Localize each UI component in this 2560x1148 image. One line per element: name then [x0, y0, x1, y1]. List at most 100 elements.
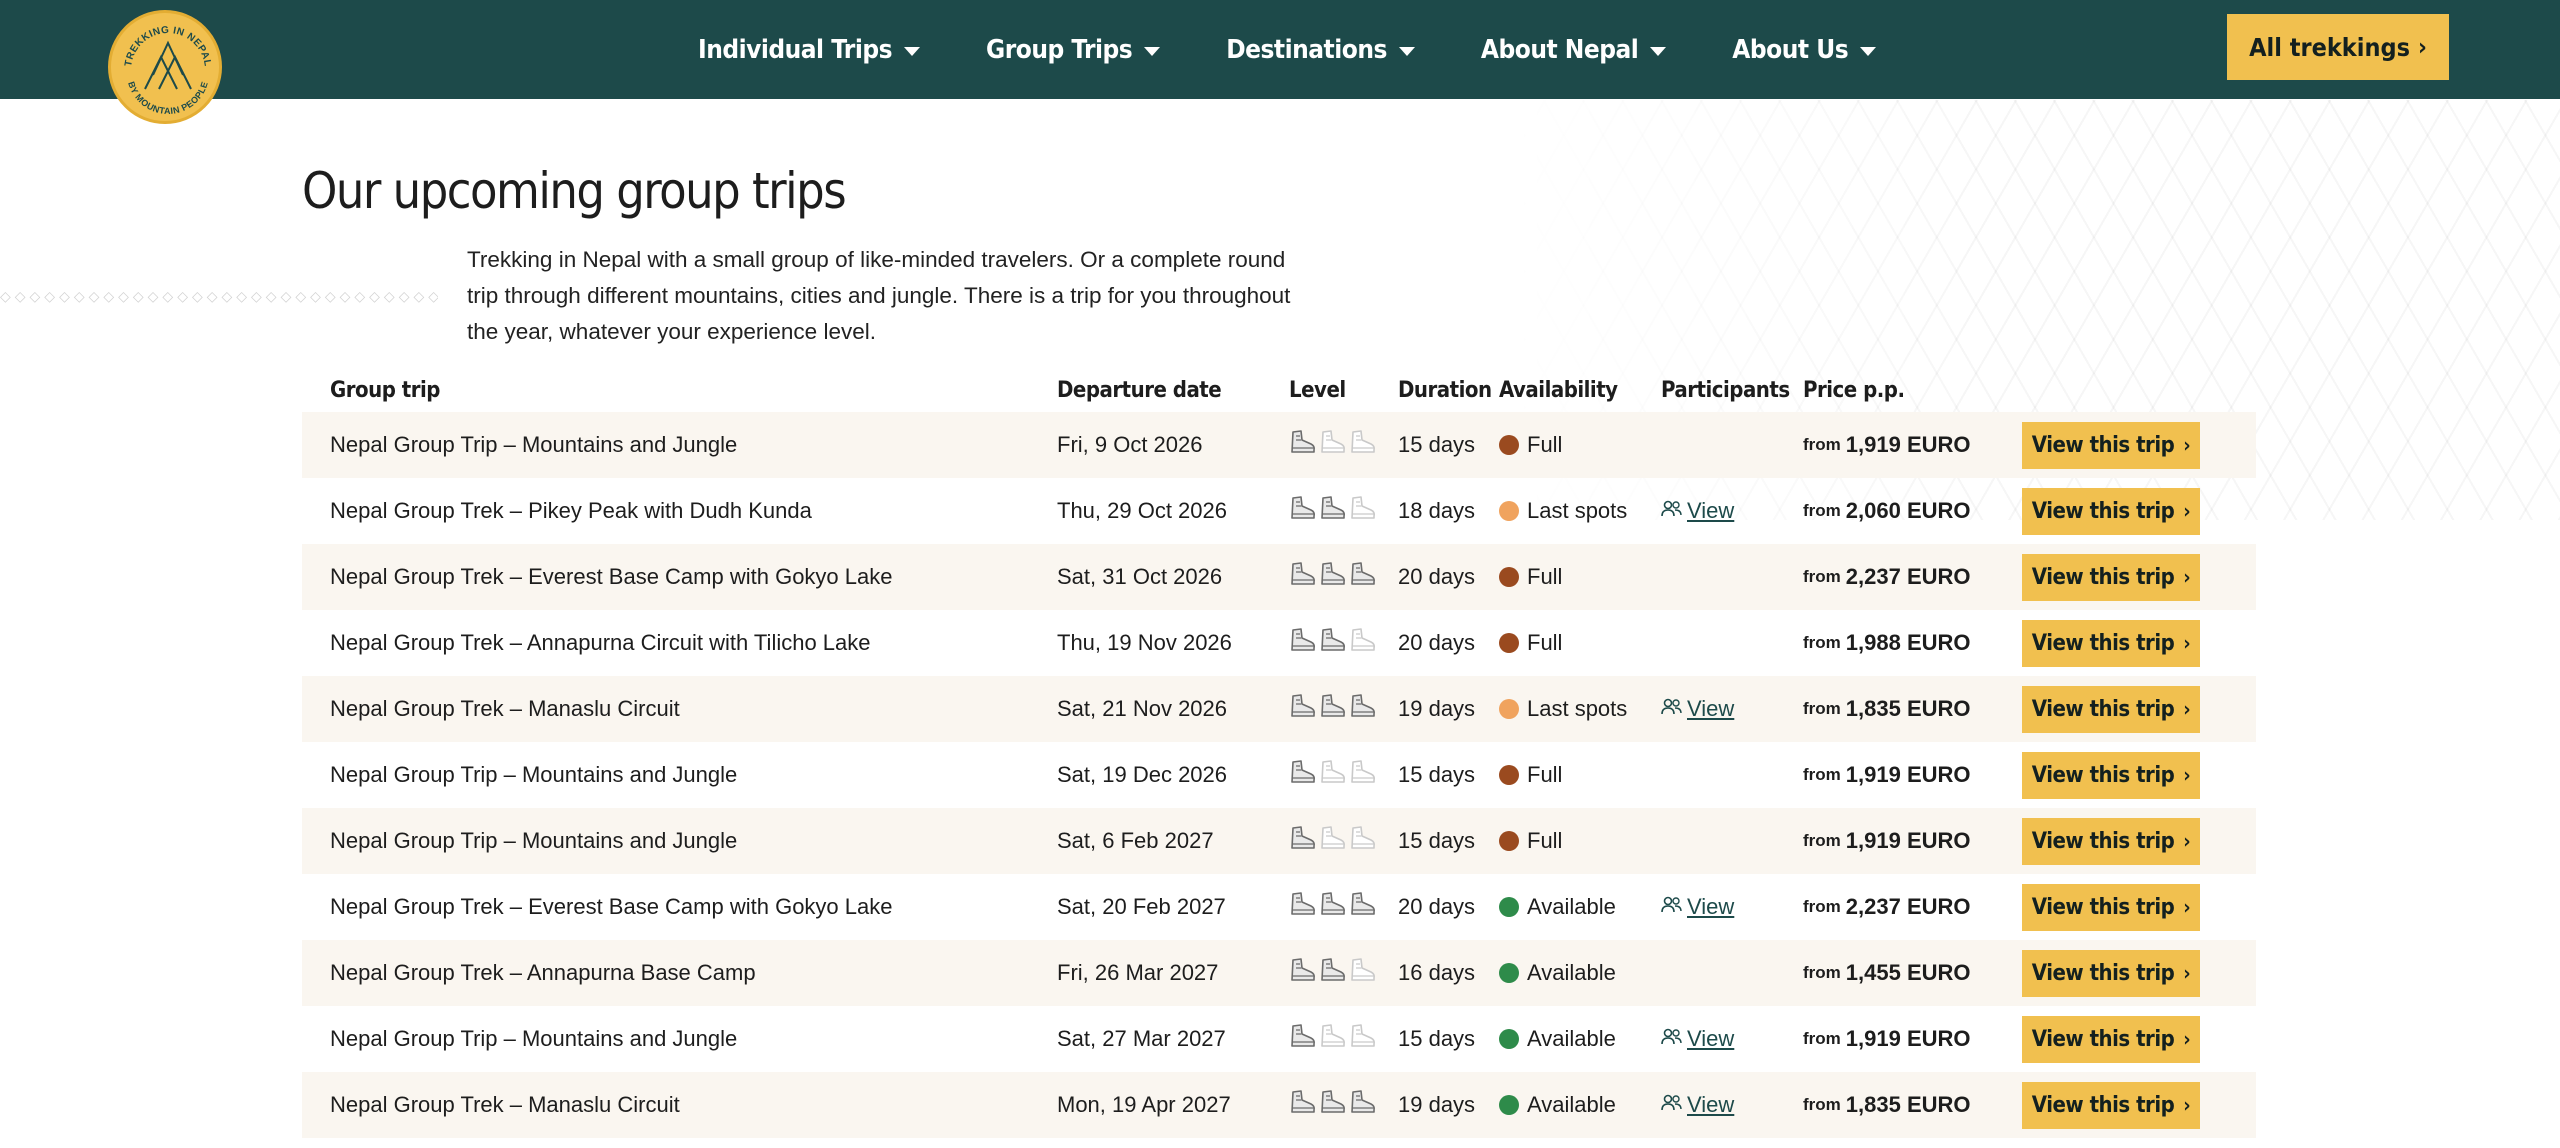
participants-icon	[1661, 894, 1683, 920]
boot-filled-icon	[1319, 957, 1346, 989]
header-duration: Duration	[1398, 378, 1492, 403]
boot-outline-icon	[1319, 825, 1346, 857]
departure-date: Sat, 20 Feb 2027	[1057, 894, 1226, 919]
status-dot-icon	[1499, 831, 1519, 851]
duration: 15 days	[1398, 828, 1476, 853]
departure-date: Mon, 19 Apr 2027	[1057, 1092, 1231, 1117]
departure-date: Fri, 9 Oct 2026	[1057, 432, 1203, 457]
participants: View	[1661, 874, 1734, 940]
boot-filled-icon	[1319, 495, 1346, 527]
trip-name: Nepal Group Trip – Mountains and Jungle	[330, 432, 738, 457]
intro-text: Trekking in Nepal with a small group of …	[467, 247, 1291, 344]
chevron-right-icon: ›	[2417, 33, 2427, 61]
table-row: Nepal Group Trip – Mountains and Jungle S…	[302, 808, 2256, 874]
top-navigation-bar: Individual Trips Group Trips Destination…	[0, 0, 2560, 99]
nav-item-label: Destinations	[1226, 34, 1387, 65]
price-prefix: from	[1803, 633, 1841, 652]
view-trip-button[interactable]: View this trip ›	[2022, 751, 2200, 799]
boot-filled-icon	[1349, 891, 1376, 923]
availability: Full	[1499, 742, 1562, 808]
view-trip-button[interactable]: View this trip ›	[2022, 487, 2200, 535]
price-prefix: from	[1803, 699, 1841, 718]
boot-outline-icon	[1349, 1023, 1376, 1055]
price-value: 2,237 EURO	[1845, 564, 1971, 589]
price-value: 1,919 EURO	[1845, 1026, 1971, 1051]
status-dot-icon	[1499, 699, 1519, 719]
price-value: 1,835 EURO	[1845, 696, 1971, 721]
boot-filled-icon	[1319, 891, 1346, 923]
availability: Available	[1499, 1072, 1616, 1138]
departure-date: Sat, 19 Dec 2026	[1057, 762, 1228, 787]
availability-label: Available	[1527, 894, 1616, 919]
level-indicator	[1289, 1072, 1376, 1138]
table-row: Nepal Group Trek – Pikey Peak with Dudh …	[302, 478, 2256, 544]
view-trip-label: View this trip	[2031, 894, 2175, 920]
chevron-right-icon: ›	[2183, 763, 2191, 787]
status-dot-icon	[1499, 1095, 1519, 1115]
all-trekkings-button[interactable]: All trekkings ›	[2227, 14, 2449, 80]
chevron-right-icon: ›	[2183, 1093, 2191, 1117]
status-dot-icon	[1499, 1029, 1519, 1049]
site-logo[interactable]: TREKKING IN NEPAL BY MOUNTAIN PEOPLE	[108, 10, 222, 124]
availability-label: Available	[1527, 960, 1616, 985]
departure-date: Sat, 21 Nov 2026	[1057, 696, 1228, 721]
view-trip-button[interactable]: View this trip ›	[2022, 421, 2200, 469]
trip-name: Nepal Group Trip – Mountains and Jungle	[330, 1026, 738, 1051]
view-trip-label: View this trip	[2031, 1092, 2175, 1118]
price-value: 1,835 EURO	[1845, 1092, 1971, 1117]
availability-label: Full	[1527, 432, 1563, 457]
status-dot-icon	[1499, 435, 1519, 455]
price-prefix: from	[1803, 567, 1841, 586]
nav-item-destinations[interactable]: Destinations	[1226, 35, 1415, 65]
nav-item-individual-trips[interactable]: Individual Trips	[698, 35, 921, 65]
view-trip-cell: View this trip ›	[2022, 676, 2200, 742]
all-trekkings-label: All trekkings	[2249, 32, 2410, 62]
table-row: Nepal Group Trek – Annapurna Base Camp Fr…	[302, 940, 2256, 1006]
view-trip-button[interactable]: View this trip ›	[2022, 949, 2200, 997]
participants-view-link[interactable]: View	[1687, 696, 1734, 722]
participants-icon	[1661, 1026, 1683, 1052]
price-prefix: from	[1803, 765, 1841, 784]
chevron-right-icon: ›	[2183, 697, 2191, 721]
chevron-right-icon: ›	[2183, 499, 2191, 523]
view-trip-button[interactable]: View this trip ›	[2022, 883, 2200, 931]
page-title: Our upcoming group trips	[302, 162, 847, 220]
level-indicator	[1289, 742, 1376, 808]
price-prefix: from	[1803, 435, 1841, 454]
availability-label: Full	[1527, 630, 1563, 655]
main-menu: Individual Trips Group Trips Destination…	[698, 0, 1877, 99]
status-dot-icon	[1499, 501, 1519, 521]
participants-view-link[interactable]: View	[1687, 894, 1734, 920]
trip-name: Nepal Group Trek – Manaslu Circuit	[330, 696, 680, 721]
price-prefix: from	[1803, 501, 1841, 520]
view-trip-label: View this trip	[2031, 828, 2175, 854]
view-trip-button[interactable]: View this trip ›	[2022, 1015, 2200, 1063]
level-indicator	[1289, 808, 1376, 874]
duration: 20 days	[1398, 630, 1476, 655]
view-trip-button[interactable]: View this trip ›	[2022, 817, 2200, 865]
participants-view-link[interactable]: View	[1687, 1026, 1734, 1052]
boot-outline-icon	[1349, 759, 1376, 791]
price-value: 2,060 EURO	[1845, 498, 1971, 523]
nav-item-about-us[interactable]: About Us	[1732, 35, 1877, 65]
boot-filled-icon	[1319, 1089, 1346, 1121]
level-indicator	[1289, 1006, 1376, 1072]
view-trip-button[interactable]: View this trip ›	[2022, 619, 2200, 667]
chevron-down-icon	[1144, 46, 1161, 56]
availability-label: Available	[1527, 1026, 1616, 1051]
boot-filled-icon	[1289, 429, 1316, 461]
view-trip-button[interactable]: View this trip ›	[2022, 1081, 2200, 1129]
view-trip-button[interactable]: View this trip ›	[2022, 553, 2200, 601]
nav-item-about-nepal[interactable]: About Nepal	[1481, 35, 1667, 65]
participants-view-link[interactable]: View	[1687, 1092, 1734, 1118]
departure-date: Sat, 31 Oct 2026	[1057, 564, 1223, 589]
view-trip-cell: View this trip ›	[2022, 1072, 2200, 1138]
boot-outline-icon	[1349, 825, 1376, 857]
duration: 16 days	[1398, 960, 1476, 985]
table-row: Nepal Group Trek – Manaslu Circuit Sat, 2…	[302, 676, 2256, 742]
participants-view-link[interactable]: View	[1687, 498, 1734, 524]
table-header: Group trip Departure date Level Duration…	[302, 372, 2256, 412]
view-trip-button[interactable]: View this trip ›	[2022, 685, 2200, 733]
boot-filled-icon	[1349, 561, 1376, 593]
nav-item-group-trips[interactable]: Group Trips	[986, 35, 1161, 65]
